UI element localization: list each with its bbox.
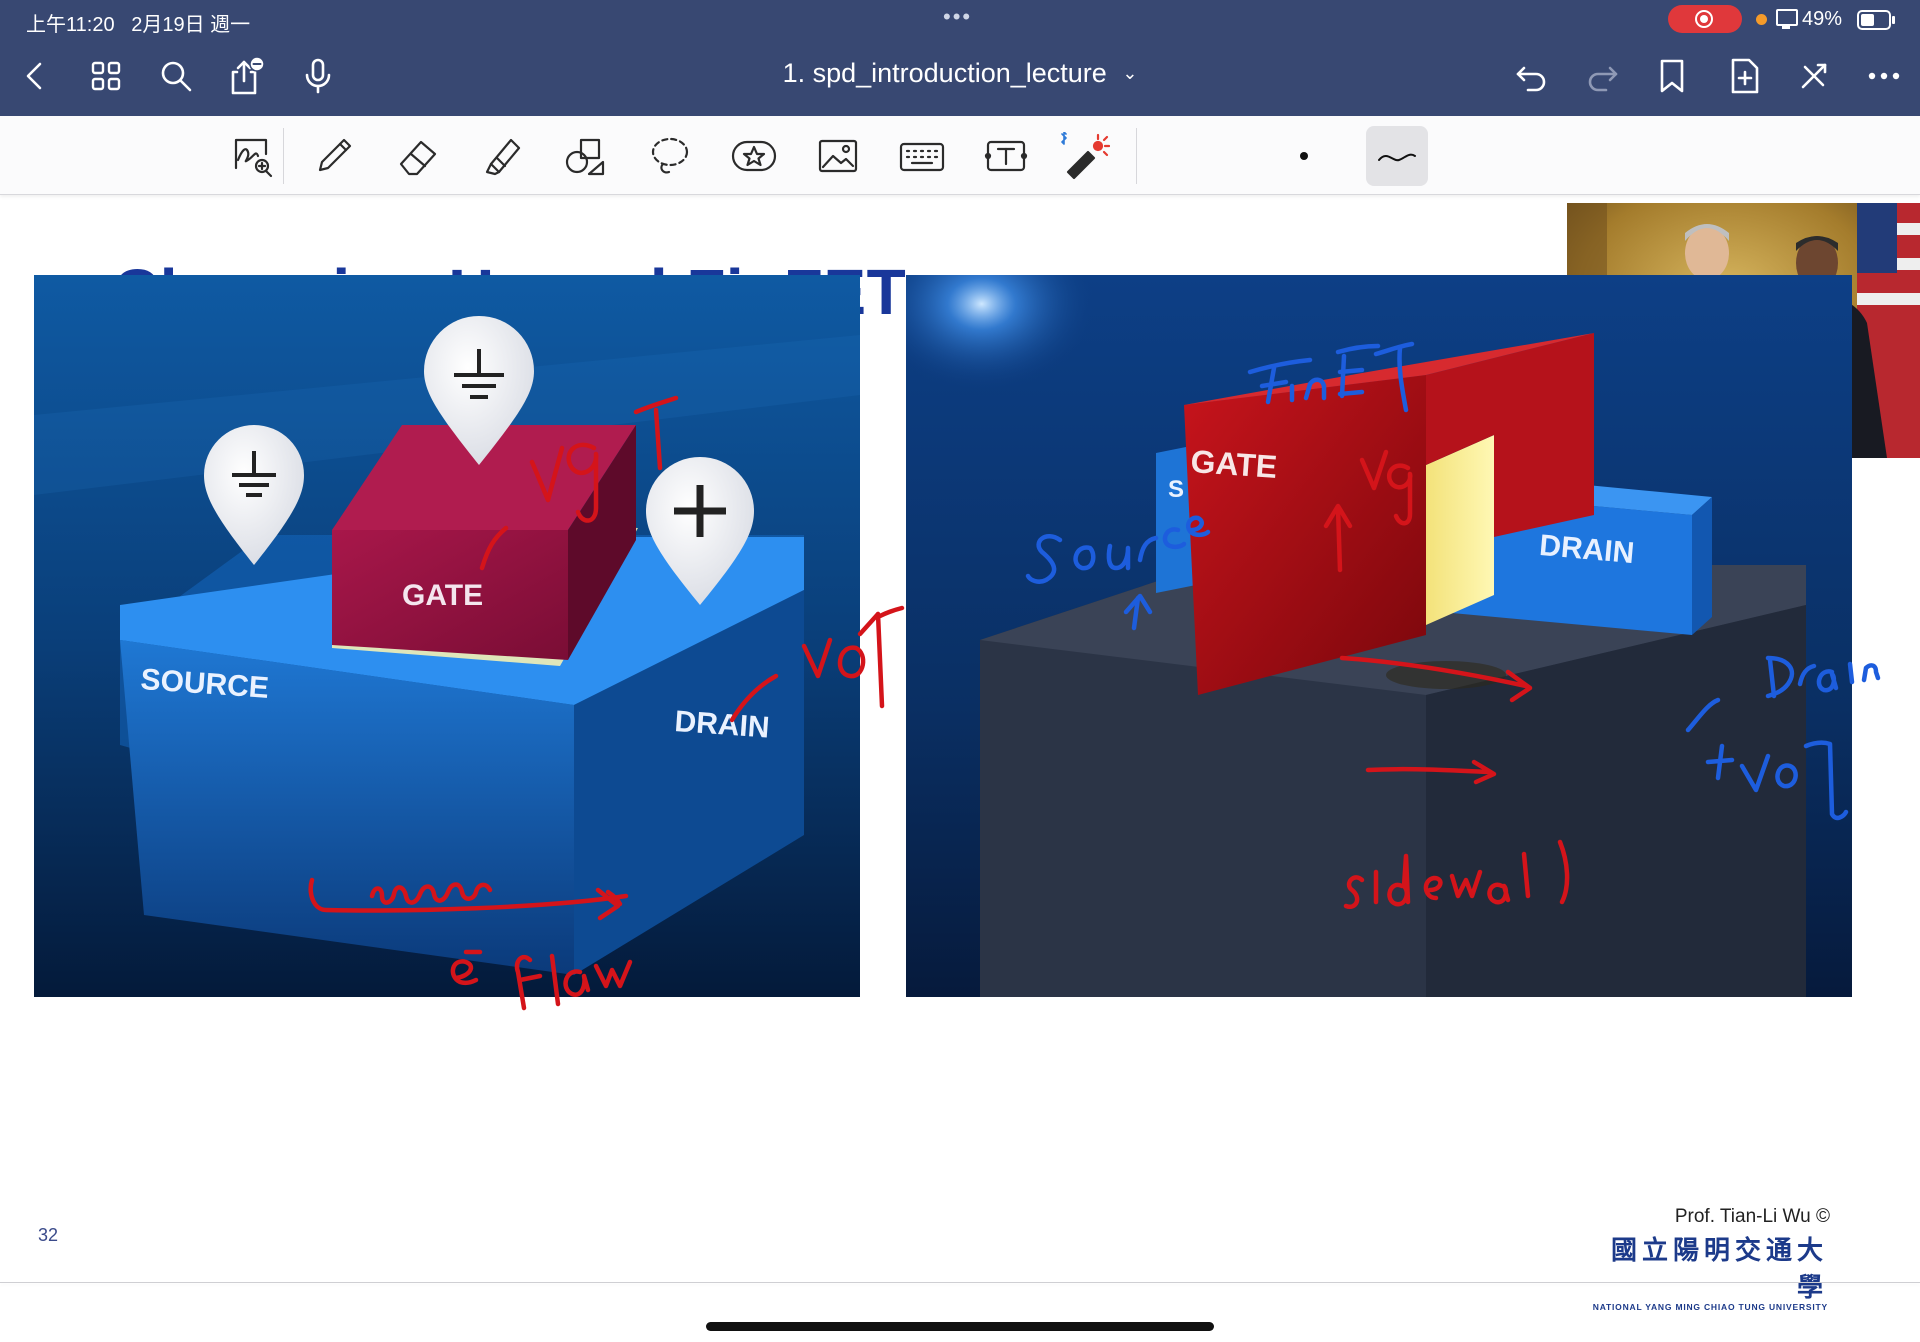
eraser-tool[interactable] [390,128,446,184]
shapes-tool[interactable] [558,128,614,184]
status-bar: 上午11:20 2月19日 週一 ••• 49% [0,0,1920,38]
battery-percentage: 49% [1802,8,1843,30]
document-title: 1. spd_introduction_lecture [782,58,1107,88]
microphone-button[interactable] [294,52,342,100]
add-page-button[interactable] [1720,52,1768,100]
lasso-tool[interactable] [642,128,698,184]
university-name-cn: 國立陽明交通大學 [1610,1235,1828,1302]
screen-recording-indicator[interactable] [1668,5,1742,33]
battery-fill [1861,14,1874,26]
back-chevron-icon [26,62,42,90]
handwriting-zoom-icon [234,138,273,178]
pen-tool[interactable] [306,128,362,184]
image-icon [818,139,858,173]
planar-transistor-figure: SOURCE DRAIN GATE [34,275,860,997]
close-tools-icon [1801,63,1827,89]
keyboard-tool[interactable] [894,128,950,184]
share-button[interactable] [222,52,270,100]
highlighter-icon [485,138,521,176]
toolbar-divider [283,128,284,184]
bookmark-button[interactable] [1648,52,1696,100]
add-page-icon [1731,58,1759,94]
laser-pointer-icon [1061,132,1110,180]
thumbnails-button[interactable] [82,52,130,100]
app-top-bar: 上午11:20 2月19日 週一 ••• 49% 1. spd_introduc… [0,0,1920,116]
lasso-icon [651,137,689,174]
finfet-gate-label: GATE [1190,443,1279,485]
grid-thumbnails-icon [91,61,121,91]
more-icon [1868,72,1900,80]
highlighter-tool[interactable] [474,128,530,184]
dot-icon [1300,152,1308,160]
image-tool[interactable] [810,128,866,184]
search-icon [161,61,192,92]
shapes-icon [565,138,605,176]
redo-button[interactable] [1578,52,1626,100]
planar-transistor-illustration: SOURCE DRAIN GATE [34,275,860,997]
university-name-en: NATIONAL YANG MING CHIAO TUNG UNIVERSITY [1592,1302,1828,1312]
gate-label: GATE [402,579,483,612]
more-button[interactable] [1860,52,1908,100]
text-box-icon [984,140,1028,172]
sticker-tool[interactable] [726,128,782,184]
mic-in-use-dot [1756,14,1767,25]
author-credit: Prof. Tian-Li Wu © [1674,1206,1830,1227]
stroke-curve-icon [1378,153,1416,162]
undo-button[interactable] [1508,52,1556,100]
status-time: 上午11:20 [26,14,115,36]
microphone-icon [305,58,331,94]
screen-mirroring-icon [1776,9,1798,29]
redo-icon [1588,66,1618,92]
document-title-menu[interactable]: 1. spd_introduction_lecture ⌄ [660,58,1260,89]
home-indicator[interactable] [706,1322,1214,1331]
search-button[interactable] [152,52,200,100]
bookmark-icon [1660,59,1684,93]
undo-icon [1516,66,1546,92]
finfet-figure: S DRAIN GATE [906,275,1852,997]
status-time-date: 上午11:20 2月19日 週一 [26,8,250,37]
close-tools-button[interactable] [1790,52,1838,100]
slide-bottom-edge [0,1282,1920,1283]
stroke-style-button[interactable] [1366,126,1428,186]
toolbar-divider [1136,128,1137,184]
drawing-toolbar [0,116,1920,195]
status-date: 2月19日 週一 [131,14,251,36]
multitasking-dots-icon[interactable]: ••• [943,4,972,30]
stroke-thickness-dot[interactable] [1276,128,1332,184]
sticker-icon [731,140,777,172]
drain-label: DRAIN [674,705,771,745]
eraser-icon [399,140,437,176]
handwriting-zoom-tool[interactable] [224,128,280,184]
finfet-illustration: S DRAIN GATE [906,275,1852,997]
back-button[interactable] [10,52,58,100]
share-icon [231,56,265,95]
page-number: 32 [38,1225,59,1245]
laser-pointer-tool[interactable] [1056,128,1112,184]
keyboard-icon [899,142,945,172]
pen-icon [318,138,352,172]
text-box-tool[interactable] [978,128,1034,184]
battery-icon [1857,10,1895,30]
record-icon [1695,10,1713,28]
chevron-down-icon: ⌄ [1122,63,1138,83]
finfet-source-label: S [1168,476,1184,503]
university-logo: 國立陽明交通大學 NATIONAL YANG MING CHIAO TUNG U… [1588,1230,1828,1312]
